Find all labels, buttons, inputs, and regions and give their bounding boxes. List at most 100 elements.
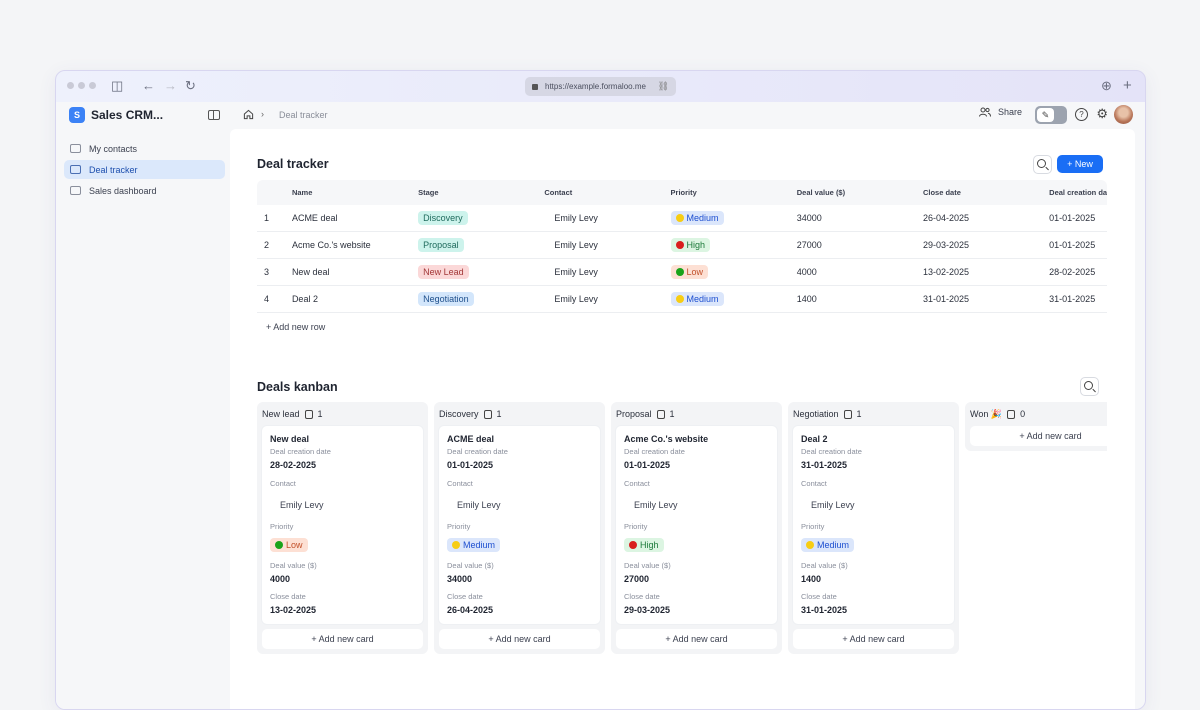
value-label: Deal value ($)	[801, 561, 848, 570]
column-header[interactable]: Contact	[544, 188, 670, 197]
contact-name: Emily Levy	[554, 213, 598, 223]
kanban-column: Discovery 1 ACME deal Deal creation date 01-…	[434, 402, 605, 654]
contact-cell[interactable]: Emily Levy	[544, 267, 670, 277]
workspace-brand[interactable]: S Sales CRM...	[69, 107, 163, 123]
priority-cell[interactable]: Medium	[670, 292, 797, 306]
sidebar-item-sales-dashboard[interactable]: Sales dashboard	[64, 181, 225, 200]
edit-mode-toggle[interactable]: ✎	[1035, 106, 1067, 124]
close-date[interactable]: 13-02-2025	[923, 267, 1049, 277]
creation-date[interactable]: 28-02-2025	[1049, 267, 1107, 277]
contact-cell[interactable]: Emily Levy	[544, 213, 670, 223]
column-name: Negotiation	[793, 409, 839, 419]
help-icon[interactable]: ?	[1075, 108, 1088, 121]
table-row[interactable]: 3 New deal New Lead Emily Levy Low 4000 13-02-…	[257, 259, 1107, 286]
window-controls[interactable]	[67, 82, 96, 89]
close-value: 31-01-2025	[801, 605, 848, 615]
column-header[interactable]: Deal creation date	[1049, 188, 1107, 197]
column-header[interactable]: Negotiation 1	[793, 407, 954, 421]
deal-name[interactable]: ACME deal	[292, 213, 418, 223]
new-record-button[interactable]: + New	[1057, 155, 1103, 173]
column-header[interactable]: Stage	[418, 188, 544, 197]
deal-name[interactable]: Deal 2	[292, 294, 418, 304]
home-icon[interactable]	[243, 109, 254, 120]
kanban-card[interactable]: New deal Deal creation date 28-02-2025 Cont…	[262, 426, 423, 624]
priority-dot-icon	[675, 241, 684, 249]
creation-date[interactable]: 31-01-2025	[1049, 294, 1107, 304]
kanban-card[interactable]: Acme Co.'s website Deal creation date 01-0…	[616, 426, 777, 624]
deal-value[interactable]: 27000	[797, 240, 923, 250]
contact-cell[interactable]: Emily Levy	[544, 240, 670, 250]
stage-cell[interactable]: Negotiation	[418, 292, 544, 306]
kanban-board: New lead 1 New deal Deal creation date 28-02…	[257, 402, 1107, 656]
add-new-card-button[interactable]: + Add new card	[970, 426, 1107, 446]
new-tab-icon[interactable]: +	[1123, 78, 1132, 94]
column-header[interactable]: Proposal 1	[616, 407, 777, 421]
table-row[interactable]: 1 ACME deal Discovery Emily Levy Medium 34000…	[257, 205, 1107, 232]
add-new-card-button[interactable]: + Add new card	[262, 629, 423, 649]
sidebar-item-my-contacts[interactable]: My contacts	[64, 139, 225, 158]
add-new-card-button[interactable]: + Add new card	[616, 629, 777, 649]
stage-badge: Discovery	[418, 211, 468, 225]
download-icon[interactable]: ⊕	[1101, 78, 1112, 94]
deal-value[interactable]: 34000	[797, 213, 923, 223]
created-value: 31-01-2025	[801, 460, 848, 470]
contact-label: Contact	[447, 479, 473, 488]
table-search-button[interactable]	[1033, 155, 1052, 174]
breadcrumb-current[interactable]: Deal tracker	[279, 110, 328, 120]
close-date[interactable]: 26-04-2025	[923, 213, 1049, 223]
close-date[interactable]: 31-01-2025	[923, 294, 1049, 304]
table-row[interactable]: 4 Deal 2 Negotiation Emily Levy Medium 1400 31…	[257, 286, 1107, 313]
created-label: Deal creation date	[624, 447, 685, 456]
back-icon[interactable]: ←	[142, 78, 155, 94]
kanban-card[interactable]: ACME deal Deal creation date 01-01-2025 Con…	[439, 426, 600, 624]
priority-cell[interactable]: High	[670, 238, 797, 252]
sidebar-item-deal-tracker[interactable]: Deal tracker	[64, 160, 225, 179]
close-date[interactable]: 29-03-2025	[923, 240, 1049, 250]
deal-name[interactable]: Acme Co.'s website	[292, 240, 418, 250]
reload-icon[interactable]: ↻	[185, 78, 196, 94]
close-value: 26-04-2025	[447, 605, 494, 615]
stage-cell[interactable]: New Lead	[418, 265, 544, 279]
priority-cell[interactable]: Medium	[670, 211, 797, 225]
add-new-card-button[interactable]: + Add new card	[439, 629, 600, 649]
sidebar-item-label: Deal tracker	[89, 164, 138, 175]
column-header[interactable]: Name	[292, 188, 418, 197]
gear-icon[interactable]: ⚙	[1096, 106, 1108, 122]
add-new-row-button[interactable]: + Add new row	[266, 322, 325, 332]
card-title: ACME deal	[447, 434, 495, 444]
deal-name[interactable]: New deal	[292, 267, 418, 277]
sidebar-toggle-icon[interactable]: ◫	[111, 78, 123, 94]
column-header[interactable]: Close date	[923, 188, 1049, 197]
creation-date[interactable]: 01-01-2025	[1049, 240, 1107, 250]
forward-icon[interactable]: →	[164, 78, 177, 94]
deal-value[interactable]: 4000	[797, 267, 923, 277]
stage-cell[interactable]: Discovery	[418, 211, 544, 225]
table-row[interactable]: 2 Acme Co.'s website Proposal Emily Levy Hig…	[257, 232, 1107, 259]
column-count: 0	[1020, 409, 1026, 419]
kanban-search-button[interactable]	[1080, 377, 1099, 396]
share-button[interactable]: Share	[978, 107, 1022, 117]
close-label: Close date	[447, 592, 483, 601]
column-name: Won 🎉	[970, 408, 1003, 419]
contact-label: Contact	[270, 479, 296, 488]
collapse-sidebar-icon[interactable]	[208, 110, 220, 120]
priority-label: Priority	[801, 522, 825, 531]
kanban-card[interactable]: Deal 2 Deal creation date 31-01-2025 Contac…	[793, 426, 954, 624]
contact-cell[interactable]: Emily Levy	[544, 294, 670, 304]
deal-value[interactable]: 1400	[797, 294, 923, 304]
creation-date[interactable]: 01-01-2025	[1049, 213, 1107, 223]
add-new-card-button[interactable]: + Add new card	[793, 629, 954, 649]
column-header[interactable]: New lead 1	[262, 407, 423, 421]
priority-cell[interactable]: Low	[670, 265, 797, 279]
column-header[interactable]: Won 🎉 0	[970, 407, 1107, 421]
column-header[interactable]: Deal value ($)	[797, 188, 923, 197]
contact-name: Emily Levy	[554, 294, 598, 304]
stage-cell[interactable]: Proposal	[418, 238, 544, 252]
user-avatar[interactable]	[1114, 105, 1133, 124]
priority-dot-icon	[806, 541, 814, 549]
column-header[interactable]: Priority	[671, 188, 797, 197]
link-icon[interactable]: ⛓	[658, 81, 669, 92]
priority-label: Medium	[686, 294, 719, 304]
address-bar[interactable]: https://example.formaloo.me ⛓	[525, 77, 676, 96]
column-header[interactable]: Discovery 1	[439, 407, 600, 421]
